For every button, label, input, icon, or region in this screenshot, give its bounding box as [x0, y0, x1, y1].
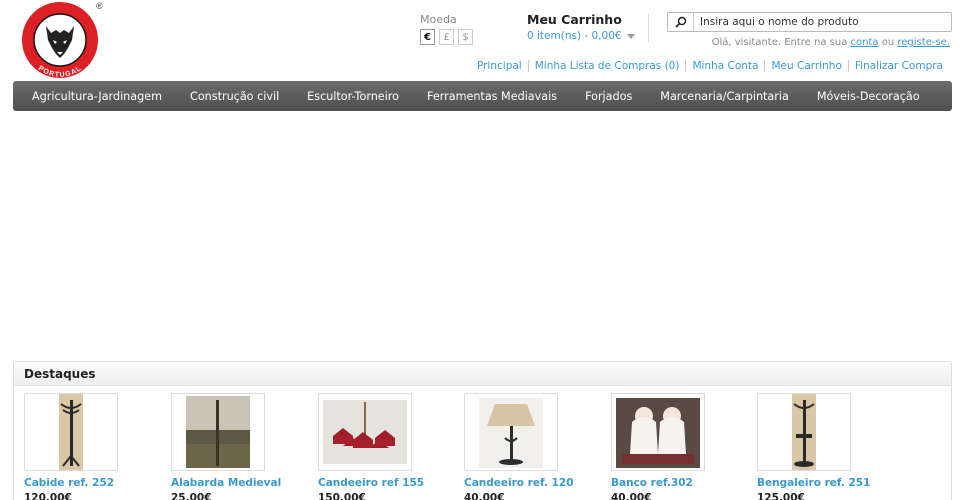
product-price: 25,00€	[171, 492, 212, 500]
currency-label: Moeda	[420, 13, 457, 26]
separator	[527, 60, 529, 72]
registered-mark: ®	[96, 1, 103, 11]
logo-emblem: LOBO PORTUGAL	[22, 0, 98, 79]
product-card: Bengaleiro ref. 251 125,00€	[757, 393, 892, 500]
cart-widget[interactable]: Meu Carrinho 0 item(ns) - 0,00€	[527, 12, 635, 42]
search-bar	[667, 12, 952, 32]
currency-option-dollar[interactable]: $	[458, 29, 473, 45]
toplink-cart[interactable]: Meu Carrinho	[771, 60, 841, 72]
nav-item-moveis[interactable]: Móveis-Decoração	[817, 90, 920, 103]
product-name[interactable]: Alabarda Medieval	[171, 477, 306, 489]
product-image[interactable]	[757, 393, 851, 471]
separator	[764, 60, 766, 72]
featured-title: Destaques	[14, 362, 951, 386]
welcome-message: Olá, visitante. Entre na sua conta ou re…	[712, 37, 950, 48]
product-name[interactable]: Banco ref.302	[611, 477, 746, 489]
product-image[interactable]	[318, 393, 412, 471]
toplink-account[interactable]: Minha Conta	[692, 60, 758, 72]
product-price: 120,00€	[24, 492, 72, 500]
product-name[interactable]: Cabide ref. 252	[24, 477, 159, 489]
product-image[interactable]	[171, 393, 265, 471]
product-name[interactable]: Candeeiro ref 155	[318, 477, 453, 489]
nav-item-construcao[interactable]: Construção civil	[190, 90, 279, 103]
page: LOBO PORTUGAL ® Moeda € £ $ Meu Carrinho…	[0, 0, 960, 500]
product-name[interactable]: Candeeiro ref. 120	[464, 477, 599, 489]
main-nav: Agricultura-Jardinagem Construção civil …	[13, 81, 952, 111]
welcome-middle: ou	[881, 37, 895, 48]
nav-item-ferramentas[interactable]: Ferramentas Mediavais	[427, 90, 557, 103]
search-icon[interactable]	[668, 13, 694, 31]
nav-item-escultor[interactable]: Escultor-Torneiro	[307, 90, 399, 103]
currency-option-euro[interactable]: €	[420, 29, 435, 45]
cart-title: Meu Carrinho	[527, 12, 622, 27]
logo[interactable]: LOBO PORTUGAL	[8, 0, 110, 80]
nav-item-marcenaria[interactable]: Marcenaria/Carpintaria	[660, 90, 789, 103]
featured-section: Destaques Cabide ref. 252 120,00€ Alabar…	[13, 361, 952, 500]
product-card: Candeeiro ref 155 150,00€	[318, 393, 453, 500]
product-image[interactable]	[24, 393, 118, 471]
product-image[interactable]	[611, 393, 705, 471]
product-price: 40,00€	[611, 492, 652, 500]
currency-option-pound[interactable]: £	[439, 29, 454, 45]
currency-switcher: Moeda € £ $	[420, 13, 473, 45]
welcome-prefix: Olá, visitante. Entre na sua	[711, 37, 848, 48]
divider	[648, 14, 649, 42]
cart-summary-text: 0 item(ns) - 0,00€	[527, 30, 622, 42]
product-price: 125,00€	[757, 492, 805, 500]
cart-summary[interactable]: 0 item(ns) - 0,00€	[527, 30, 635, 42]
product-price: 40,00€	[464, 492, 505, 500]
search-input[interactable]	[694, 16, 944, 28]
separator	[847, 60, 849, 72]
top-links: Principal Minha Lista de Compras (0) Min…	[477, 60, 943, 72]
product-name[interactable]: Bengaleiro ref. 251	[757, 477, 892, 489]
product-card: Alabarda Medieval 25,00€	[171, 393, 306, 500]
product-image[interactable]	[464, 393, 558, 471]
separator	[685, 60, 687, 72]
login-link[interactable]: conta	[851, 37, 879, 48]
chevron-down-icon[interactable]	[626, 33, 635, 39]
nav-item-forjados[interactable]: Forjados	[585, 90, 632, 103]
toplink-checkout[interactable]: Finalizar Compra	[855, 60, 943, 72]
product-card: Banco ref.302 40,00€	[611, 393, 746, 500]
product-card: Candeeiro ref. 120 40,00€	[464, 393, 599, 500]
nav-item-agricultura[interactable]: Agricultura-Jardinagem	[32, 90, 162, 103]
product-card: Cabide ref. 252 120,00€	[24, 393, 159, 500]
toplink-home[interactable]: Principal	[477, 60, 522, 72]
toplink-wishlist[interactable]: Minha Lista de Compras (0)	[535, 60, 680, 72]
register-link[interactable]: registe-se.	[897, 37, 950, 48]
product-price: 150,00€	[318, 492, 366, 500]
